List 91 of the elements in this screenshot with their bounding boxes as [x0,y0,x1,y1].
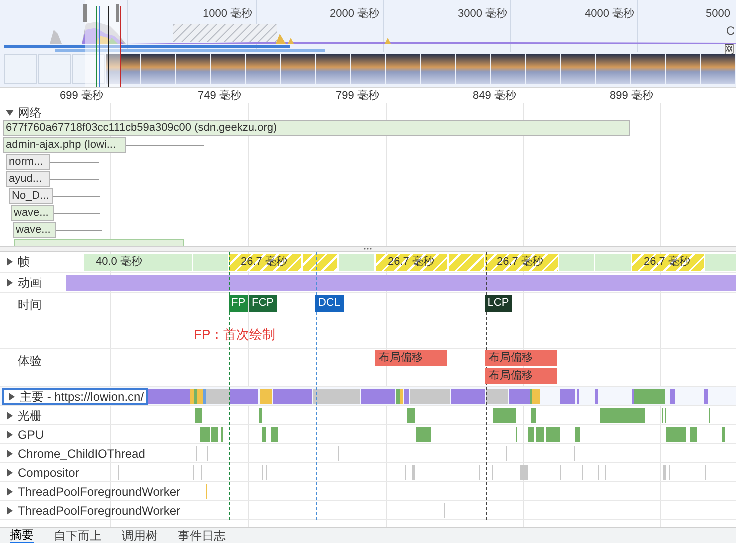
photo-placeholder [421,54,455,84]
overview-edge-label: C [726,23,735,40]
selection-handle[interactable] [116,4,119,22]
timing-marker[interactable]: DCL [315,295,344,312]
thread-label[interactable]: ThreadPoolForegroundWorker [18,484,181,498]
timing-marker[interactable]: FP [229,295,248,312]
overview-tick-label: 4000 毫秒 [585,6,635,22]
track-label[interactable]: 帧 [18,255,30,269]
time-ruler-label: 749 毫秒 [198,88,242,104]
frame-block[interactable] [705,254,736,271]
thread-label[interactable]: Chrome_ChildIOThread [18,446,146,460]
time-ruler-label: 699 毫秒 [60,88,104,104]
overview-tick-label: 1000 毫秒 [203,6,253,22]
expand-triangle-icon[interactable] [6,412,14,420]
frame-block[interactable] [449,254,484,271]
photo-placeholder [526,54,560,84]
network-request-bar[interactable]: wave... [13,222,56,238]
frame-block[interactable] [303,254,337,271]
photo-placeholder [351,54,385,84]
expand-triangle-icon[interactable] [6,258,14,266]
photo-placeholder [561,54,595,84]
thread-label[interactable]: Compositor [18,466,80,480]
photo-placeholder [386,54,420,84]
frame-block[interactable]: 40.0 毫秒 [84,254,192,271]
bottom-tab[interactable]: 调用树 [122,528,158,542]
time-ruler-label: 849 毫秒 [473,88,516,104]
track-label: 体验 [18,353,42,370]
bottom-tab[interactable]: 事件日志 [178,528,226,542]
overview-tick-label: 5000 [706,7,730,22]
photo-placeholder [491,54,525,84]
network-request-bar[interactable]: No_D... [9,188,53,204]
layout-shift-event[interactable]: 布局偏移 [485,350,557,366]
track-label: 时间 [18,297,42,314]
photo-placeholder [176,54,210,84]
request-whisker [53,196,100,197]
expand-triangle-icon[interactable] [6,430,14,438]
layout-shift-event[interactable]: 布局偏移 [375,350,447,366]
timing-marker[interactable]: FCP [249,295,277,312]
thread-label[interactable]: ThreadPoolForegroundWorker [18,504,181,518]
overview-tick-label: 2000 毫秒 [330,6,380,22]
time-ruler-label: 799 毫秒 [336,88,380,104]
frame-block[interactable] [193,254,228,271]
overview-tick-label: 3000 毫秒 [458,6,508,22]
thread-activity-block[interactable] [215,389,230,404]
expand-triangle-icon[interactable] [6,488,14,496]
network-request-bar[interactable]: admin-ajax.php (lowi... [3,137,126,153]
network-request-bar[interactable]: wave... [11,205,54,221]
photo-placeholder [211,54,245,84]
expand-triangle-icon[interactable] [6,279,14,287]
frame-block[interactable] [559,254,594,271]
photo-placeholder [631,54,665,84]
expand-triangle-icon[interactable] [6,468,14,476]
layout-shift-event[interactable]: 布局偏移 [485,368,557,384]
request-whisker [50,162,99,163]
photo-placeholder [666,54,700,84]
network-request-bar[interactable] [14,239,184,246]
selection-handle[interactable] [83,4,87,22]
photo-placeholder [106,54,140,84]
bottom-tab[interactable]: 摘要 [10,528,34,543]
expand-triangle-icon[interactable] [8,392,16,400]
network-section-title[interactable]: 网络 [18,104,42,122]
thread-label[interactable]: 光栅 [18,408,42,422]
photo-placeholder [281,54,315,84]
network-request-bar[interactable]: 677f760a67718f03cc111cb59a309c00 (sdn.geekzu.org) [3,120,630,136]
photo-placeholder [596,54,630,84]
blank-frame-thumbnail [4,54,37,84]
request-whisker [56,230,102,231]
bottom-tab[interactable]: 自下而上 [54,528,102,542]
frame-block[interactable] [595,254,631,271]
blank-frame-thumbnail [38,54,71,84]
photo-placeholder [701,54,735,84]
request-whisker [50,179,99,180]
track-label[interactable]: 动画 [18,276,42,290]
expand-triangle-icon[interactable] [6,450,14,458]
photo-placeholder [316,54,350,84]
network-request-bar[interactable]: ayud... [6,171,50,187]
thread-label[interactable]: GPU [18,428,44,442]
request-whisker [54,213,100,214]
blank-frame-thumbnail [72,54,105,84]
animation-bar[interactable] [66,275,736,291]
photo-placeholder [456,54,490,84]
network-request-bar[interactable]: norm... [6,154,50,170]
timeline-overview[interactable]: 1000 毫秒 2000 毫秒 3000 毫秒 4000 毫秒 5000 C 网 [0,0,736,88]
expand-triangle-icon[interactable] [6,506,14,514]
photo-placeholder [246,54,280,84]
timing-marker[interactable]: LCP [485,295,512,312]
resize-handle-icon[interactable] [364,248,372,250]
collapse-triangle-icon[interactable] [6,109,14,117]
photo-placeholder [141,54,175,84]
thread-activity-block[interactable] [486,389,508,404]
time-ruler-label: 899 毫秒 [610,88,654,104]
